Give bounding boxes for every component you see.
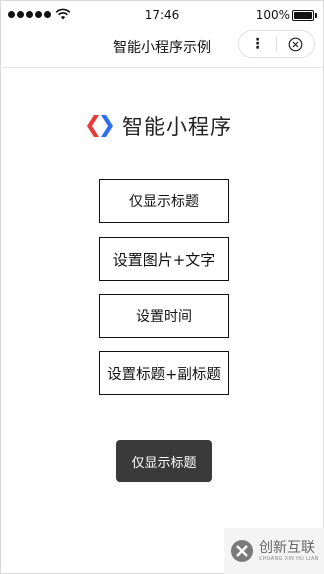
set-title-subtitle-button[interactable]: 设置标题+副标题 — [99, 351, 229, 395]
toast-message: 仅显示标题 — [116, 440, 212, 482]
device-frame — [0, 0, 324, 574]
logo-text: 智能小程序 — [122, 115, 232, 139]
show-title-only-button[interactable]: 仅显示标题 — [99, 179, 229, 223]
menu-capsule: ⋮ — [238, 30, 315, 58]
watermark-logo-icon — [231, 540, 253, 562]
status-bar: 17:46 100% — [0, 0, 324, 30]
app-logo: 智能小程序 — [84, 111, 232, 141]
navigation-bar: 智能小程序示例 ⋮ — [0, 30, 324, 68]
battery-percentage: 100% — [255, 8, 290, 22]
watermark-name: 创新互联 — [259, 540, 315, 556]
battery-icon — [292, 10, 317, 21]
set-time-button[interactable]: 设置时间 — [99, 294, 229, 338]
more-icon[interactable]: ⋮ — [239, 31, 276, 57]
battery-fill — [294, 12, 312, 19]
logo-icon — [87, 115, 113, 137]
set-image-text-button[interactable]: 设置图片+文字 — [99, 237, 229, 281]
close-icon[interactable] — [277, 31, 314, 57]
watermark-subtitle: CHUANG XIN HU LIAN — [259, 556, 319, 562]
watermark: 创新互联 CHUANG XIN HU LIAN — [224, 528, 324, 574]
